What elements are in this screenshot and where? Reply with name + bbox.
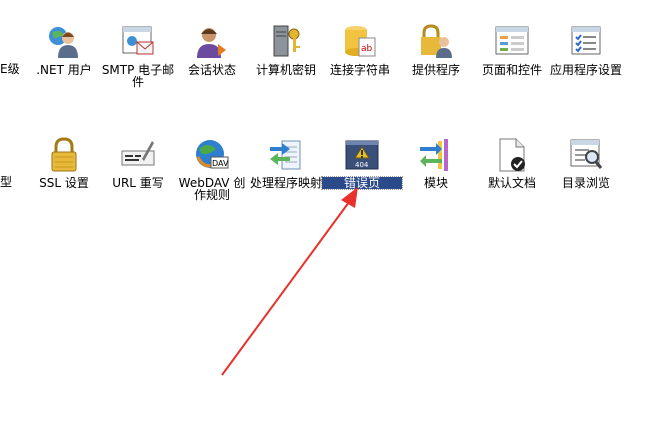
feature-label: 提供程序 — [411, 63, 460, 77]
checklist-icon — [568, 24, 604, 60]
feature-label: 连接字符串 — [329, 63, 390, 77]
feature-modules[interactable]: 模块 — [396, 137, 476, 217]
padlock-icon — [46, 137, 82, 173]
feature-label: 应用程序设置 — [549, 63, 622, 77]
feature-default-document[interactable]: 默认文档 — [472, 137, 552, 217]
feature-error-pages[interactable]: 404 错误页 — [321, 137, 403, 217]
feature-label: 会话状态 — [187, 63, 236, 77]
error-404-icon: 404 — [344, 137, 380, 173]
partial-label-trust-level: E级 — [0, 62, 20, 76]
feature-ssl-settings[interactable]: SSL 设置 — [24, 137, 104, 217]
user-session-icon — [194, 24, 230, 60]
server-key-icon — [268, 24, 304, 60]
feature-label: SMTP 电子邮件 — [101, 63, 175, 89]
feature-connection-strings[interactable]: ab 连接字符串 — [320, 24, 400, 104]
users-globe-icon — [46, 24, 82, 60]
feature-label-selected: 错误页 — [321, 176, 403, 190]
pen-rewrite-icon — [120, 137, 156, 173]
magnifier-list-icon — [568, 137, 604, 173]
feature-app-settings[interactable]: 应用程序设置 — [546, 24, 626, 104]
feature-label: 处理程序映射 — [249, 176, 322, 190]
feature-label: 默认文档 — [487, 176, 536, 190]
window-list-icon — [494, 24, 530, 60]
feature-label: 模块 — [423, 176, 448, 190]
feature-session-state[interactable]: 会话状态 — [172, 24, 252, 104]
svg-text:DAV: DAV — [212, 159, 229, 168]
feature-pages-controls[interactable]: 页面和控件 — [472, 24, 552, 104]
svg-text:ab: ab — [361, 44, 373, 54]
lock-user-icon — [418, 24, 454, 60]
feature-dotnet-users[interactable]: .NET 用户 — [24, 24, 104, 104]
feature-url-rewrite[interactable]: URL 重写 — [98, 137, 178, 217]
feature-webdav-authoring[interactable]: DAV WebDAV 创作规则 — [172, 137, 252, 217]
feature-label: SSL 设置 — [39, 176, 89, 190]
error-code-text: 404 — [355, 161, 369, 169]
dav-globe-icon: DAV — [194, 137, 230, 173]
feature-directory-browsing[interactable]: 目录浏览 — [546, 137, 626, 217]
modules-arrows-icon — [418, 137, 454, 173]
feature-providers[interactable]: 提供程序 — [396, 24, 476, 104]
feature-label: 目录浏览 — [561, 176, 610, 190]
feature-label: WebDAV 创作规则 — [178, 176, 246, 202]
arrows-mapping-icon — [268, 137, 304, 173]
feature-machine-key[interactable]: 计算机密钥 — [246, 24, 326, 104]
feature-label: 计算机密钥 — [255, 63, 316, 77]
email-window-icon — [120, 24, 156, 60]
feature-label: 页面和控件 — [481, 63, 542, 77]
document-check-icon — [494, 137, 530, 173]
feature-label: .NET 用户 — [36, 63, 92, 77]
database-ab-icon: ab — [342, 24, 378, 60]
feature-smtp-email[interactable]: SMTP 电子邮件 — [98, 24, 178, 104]
feature-handler-mappings[interactable]: 处理程序映射 — [246, 137, 326, 217]
feature-label: URL 重写 — [112, 176, 164, 190]
partial-label-mime-types: 型 — [0, 175, 13, 189]
